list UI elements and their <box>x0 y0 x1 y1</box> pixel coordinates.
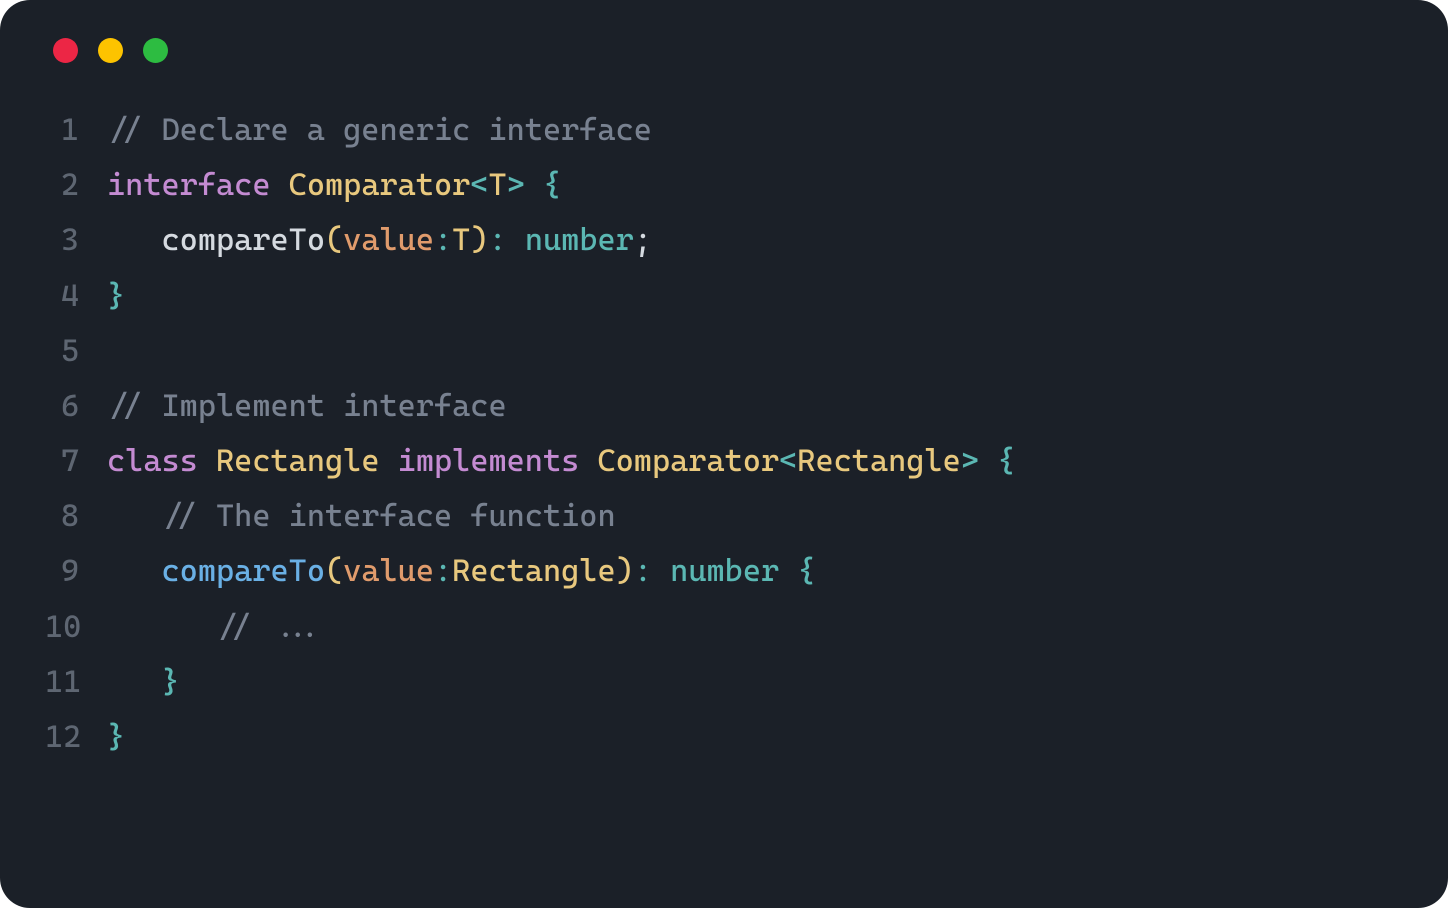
code-token: { <box>797 553 815 589</box>
code-token: ( <box>325 553 343 589</box>
line-number: 7 <box>45 434 107 489</box>
code-token: ( <box>325 222 343 258</box>
code-token: // ... <box>216 609 325 645</box>
code-content[interactable]: interface Comparator<T> { <box>107 158 561 213</box>
code-content[interactable]: // ... <box>107 600 325 655</box>
minimize-icon[interactable] <box>98 38 123 63</box>
code-token: } <box>107 719 125 755</box>
code-line[interactable]: 10 // ... <box>45 600 1403 655</box>
code-token: } <box>162 664 180 700</box>
code-token: T <box>488 167 506 203</box>
code-token: ; <box>634 222 652 258</box>
line-number: 11 <box>45 655 107 710</box>
code-content[interactable]: // The interface function <box>107 489 616 544</box>
window-controls <box>45 38 1403 63</box>
code-token: } <box>107 278 125 314</box>
code-content[interactable]: // Implement interface <box>107 379 507 434</box>
code-line[interactable]: 2interface Comparator<T> { <box>45 158 1403 213</box>
code-token: // The interface function <box>162 498 616 534</box>
code-token: < <box>470 167 488 203</box>
code-line[interactable]: 8 // The interface function <box>45 489 1403 544</box>
line-number: 2 <box>45 158 107 213</box>
code-token: Rectangle <box>797 443 960 479</box>
code-token: ) <box>616 553 634 589</box>
code-line[interactable]: 11 } <box>45 655 1403 710</box>
code-content[interactable]: } <box>107 655 180 710</box>
code-token: : <box>434 222 452 258</box>
code-content[interactable]: // Declare a generic interface <box>107 103 652 158</box>
code-token: { <box>543 167 561 203</box>
code-token: Comparator <box>597 443 779 479</box>
code-token: number <box>525 222 634 258</box>
line-number: 9 <box>45 544 107 599</box>
code-line[interactable]: 7class Rectangle implements Comparator<R… <box>45 434 1403 489</box>
code-line[interactable]: 1// Declare a generic interface <box>45 103 1403 158</box>
code-line[interactable]: 12} <box>45 710 1403 765</box>
code-line[interactable]: 3 compareTo(value:T): number; <box>45 213 1403 268</box>
code-editor-window: 1// Declare a generic interface2interfac… <box>0 0 1448 908</box>
code-token: implements <box>398 443 580 479</box>
line-number: 1 <box>45 103 107 158</box>
code-token <box>507 222 525 258</box>
code-content[interactable]: } <box>107 269 125 324</box>
code-content[interactable]: class Rectangle implements Comparator<Re… <box>107 434 1015 489</box>
code-token: value <box>343 222 434 258</box>
code-token: > <box>507 167 525 203</box>
code-token: : <box>489 222 507 258</box>
code-token: class <box>107 443 198 479</box>
code-token <box>270 167 288 203</box>
code-token: > <box>961 443 979 479</box>
code-token: interface <box>107 167 270 203</box>
code-line[interactable]: 5 <box>45 324 1403 379</box>
code-token: ) <box>470 222 488 258</box>
code-token: : <box>434 553 452 589</box>
code-line[interactable]: 9 compareTo(value:Rectangle): number { <box>45 544 1403 599</box>
code-line[interactable]: 4} <box>45 269 1403 324</box>
code-token <box>198 443 216 479</box>
code-token: : <box>634 553 652 589</box>
code-token <box>652 553 670 589</box>
code-line[interactable]: 6// Implement interface <box>45 379 1403 434</box>
line-number: 3 <box>45 213 107 268</box>
code-token: < <box>779 443 797 479</box>
code-token: // Declare a generic interface <box>107 112 652 148</box>
line-number: 6 <box>45 379 107 434</box>
code-token: // Implement interface <box>107 388 507 424</box>
code-token <box>979 443 997 479</box>
close-icon[interactable] <box>53 38 78 63</box>
code-content[interactable]: } <box>107 710 125 765</box>
code-token: T <box>452 222 470 258</box>
line-number: 4 <box>45 269 107 324</box>
line-number: 5 <box>45 324 107 379</box>
code-token <box>379 443 397 479</box>
line-number: 12 <box>45 710 107 765</box>
code-token: compareTo <box>162 553 325 589</box>
code-token <box>579 443 597 479</box>
code-token: compareTo <box>162 222 325 258</box>
line-number: 10 <box>45 600 107 655</box>
code-content[interactable]: compareTo(value:Rectangle): number { <box>107 544 815 599</box>
line-number: 8 <box>45 489 107 544</box>
code-token: value <box>343 553 434 589</box>
code-token <box>525 167 543 203</box>
code-content[interactable]: compareTo(value:T): number; <box>107 213 652 268</box>
code-token: Comparator <box>289 167 471 203</box>
code-token: { <box>997 443 1015 479</box>
maximize-icon[interactable] <box>143 38 168 63</box>
code-token <box>779 553 797 589</box>
code-token: number <box>670 553 779 589</box>
code-token: Rectangle <box>216 443 379 479</box>
code-area[interactable]: 1// Declare a generic interface2interfac… <box>45 103 1403 765</box>
code-token: Rectangle <box>452 553 615 589</box>
